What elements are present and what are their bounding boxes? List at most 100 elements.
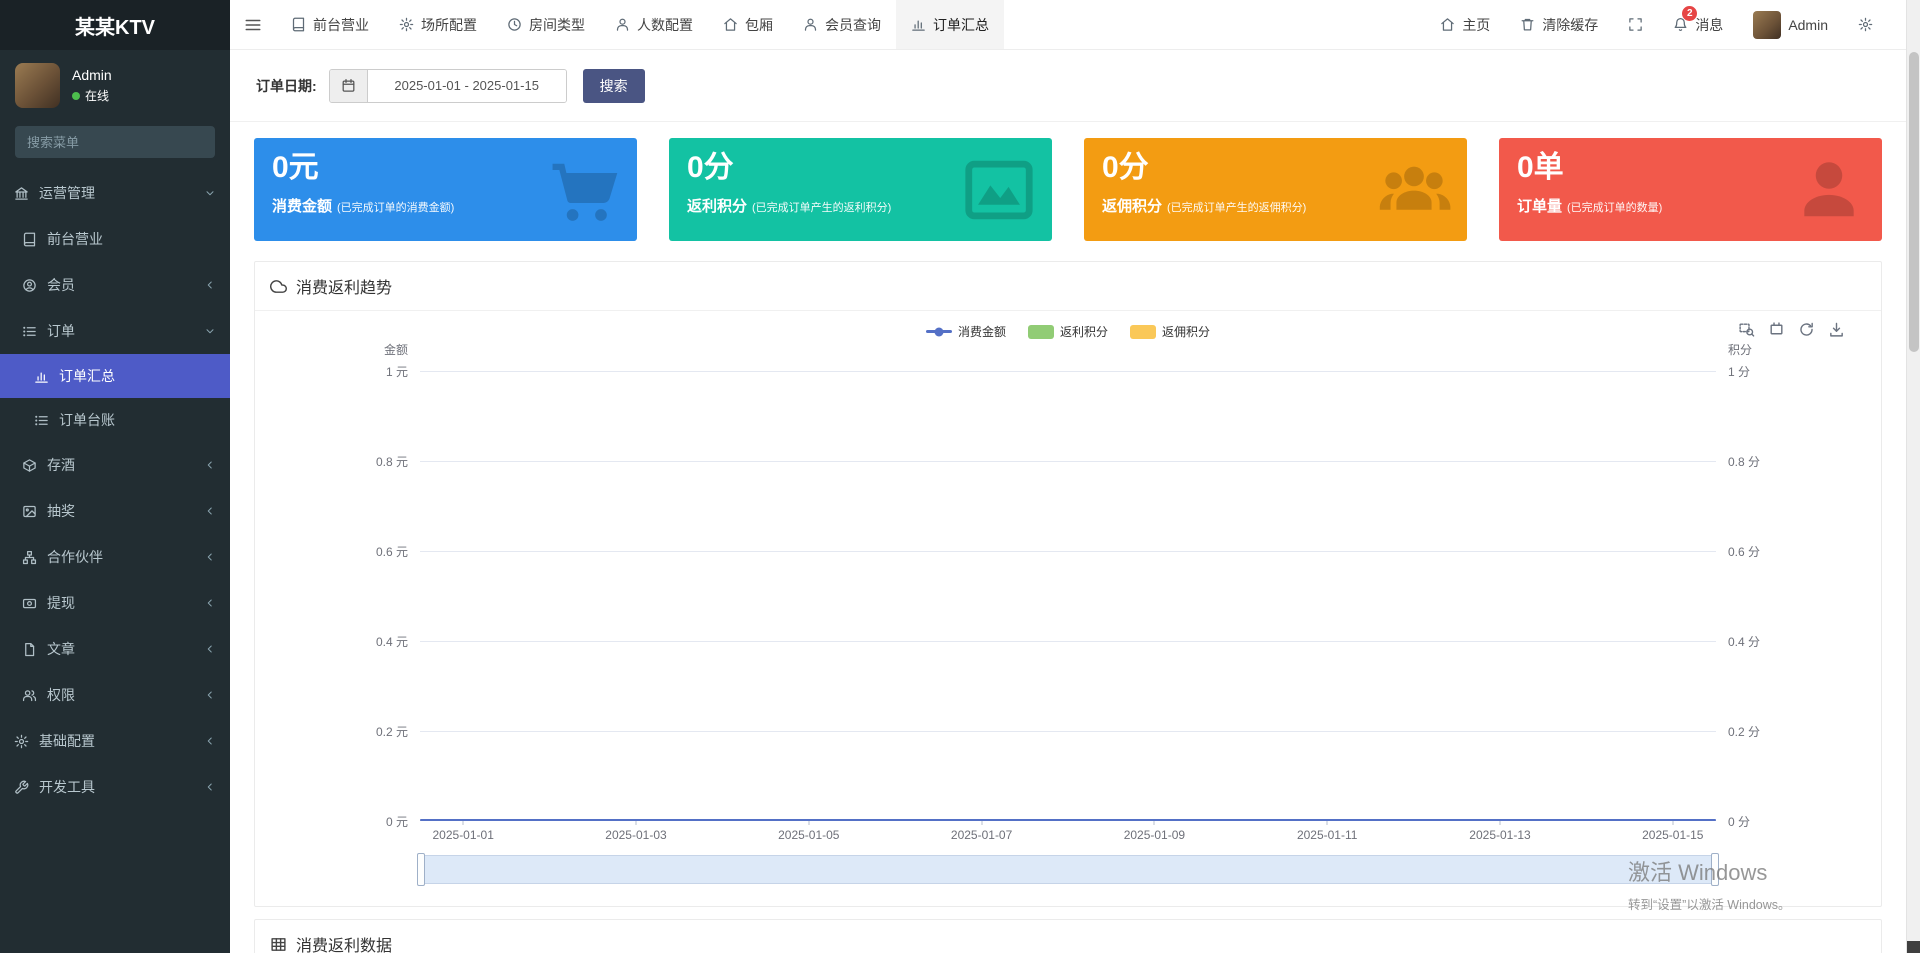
gridline [420, 641, 1716, 642]
stat-card-2: 0分返利积分(已完成订单产生的返利积分) [669, 138, 1052, 241]
legend-marker-line [926, 330, 952, 333]
datazoom-right-handle[interactable] [1711, 853, 1719, 886]
gridline [420, 371, 1716, 372]
search-button[interactable]: 搜索 [583, 69, 645, 103]
trend-title: 消费返利趋势 [296, 274, 392, 298]
sidebar-item-label: 合作伙伴 [47, 547, 194, 567]
topnav-settings[interactable] [1843, 0, 1888, 49]
money-icon [22, 596, 37, 611]
chevron-down-icon [204, 187, 216, 199]
sidebar-item-basic-config[interactable]: 基础配置 [0, 718, 230, 764]
sidebar-item-label: 文章 [47, 639, 194, 659]
sidebar-item-wine-storage[interactable]: 存酒 [0, 442, 230, 488]
topbar: 前台营业场所配置房间类型人数配置 包厢会员查询订单汇总 主页清除缓存消息2 Admi… [230, 0, 1906, 50]
y-axis-label-right: 0.6 分 [1728, 543, 1881, 560]
filter-label: 订单日期: [256, 76, 317, 96]
sidebar-item-member[interactable]: 会员 [0, 262, 230, 308]
legend-label: 消费金额 [958, 323, 1006, 340]
sidebar-item-permission[interactable]: 权限 [0, 672, 230, 718]
scrollbar[interactable] [1906, 0, 1920, 953]
chevron-left-icon [204, 551, 216, 563]
x-axis-label: 2025-01-11 [1297, 828, 1358, 842]
chevron-left-icon [204, 597, 216, 609]
sidebar-item-order[interactable]: 订单 [0, 308, 230, 354]
x-axis-label: 2025-01-01 [432, 828, 493, 842]
chart-icon [911, 17, 926, 32]
stats-row: 0元消费金额(已完成订单的消费金额)0分返利积分(已完成订单产生的返利积分)0分… [230, 122, 1906, 261]
tab-room-box[interactable]: 包厢 [708, 0, 788, 49]
tab-venue-config[interactable]: 场所配置 [384, 0, 492, 49]
sidebar-item-order-summary[interactable]: 订单汇总 [0, 354, 230, 398]
user-circle-icon [22, 278, 37, 293]
topnav-label: Admin [1788, 17, 1828, 33]
refresh-icon[interactable] [1798, 321, 1815, 338]
topnav-right: 主页清除缓存消息2 Admin [1425, 0, 1906, 49]
tab-room-type[interactable]: 房间类型 [492, 0, 600, 49]
topnav-tabs: 前台营业场所配置房间类型人数配置 包厢会员查询订单汇总 [276, 0, 1004, 49]
tab-order-summary[interactable]: 订单汇总 [896, 0, 1004, 49]
scrollbar-thumb[interactable] [1909, 52, 1919, 352]
sidebar-item-label: 基础配置 [39, 731, 194, 751]
scrollbar-down-button[interactable] [1907, 941, 1920, 953]
topnav-messages[interactable]: 消息2 [1658, 0, 1738, 49]
sidebar-item-partner[interactable]: 合作伙伴 [0, 534, 230, 580]
topnav-fullscreen[interactable] [1613, 0, 1658, 49]
x-axis-label: 2025-01-15 [1642, 828, 1703, 842]
user-icon [803, 17, 818, 32]
zoom-reset-icon[interactable] [1768, 321, 1785, 338]
search-input[interactable] [15, 126, 215, 158]
stat-card-4: 0单订单量(已完成订单的数量) [1499, 138, 1882, 241]
sidebar-item-dev-tools[interactable]: 开发工具 [0, 764, 230, 810]
sidebar-item-lottery[interactable]: 抽奖 [0, 488, 230, 534]
legend-item-3[interactable]: 返佣积分 [1130, 323, 1210, 340]
zoom-box-icon[interactable] [1738, 321, 1755, 338]
date-range-input[interactable] [368, 70, 566, 102]
y-axis-label-left: 0 元 [255, 813, 408, 830]
datazoom-slider[interactable] [420, 855, 1716, 884]
date-range-picker[interactable] [329, 69, 567, 103]
tab-member-query[interactable]: 会员查询 [788, 0, 896, 49]
clock-icon [507, 17, 522, 32]
topnav-home[interactable]: 主页 [1425, 0, 1505, 49]
sidebar-item-order-ledger[interactable]: 订单台账 [0, 398, 230, 442]
chart-toolbox [1738, 321, 1845, 338]
datazoom-left-handle[interactable] [417, 853, 425, 886]
sidebar-item-article[interactable]: 文章 [0, 626, 230, 672]
y-axis-label-right: 0 分 [1728, 813, 1881, 830]
topnav-clear-cache[interactable]: 清除缓存 [1505, 0, 1613, 49]
legend-label: 返利积分 [1060, 323, 1108, 340]
main-content: 订单日期: 搜索 0元消费金额(已完成订单的消费金额)0分返利积分(已完成订单产… [230, 50, 1906, 953]
stat-card-1: 0元消费金额(已完成订单的消费金额) [254, 138, 637, 241]
sidebar-item-label: 存酒 [47, 455, 194, 475]
stat-desc: (已完成订单产生的返利积分) [752, 199, 891, 215]
sidebar-item-label: 提现 [47, 593, 194, 613]
file-icon [22, 642, 37, 657]
list-icon [22, 324, 37, 339]
sidebar-item-operations[interactable]: 运营管理 [0, 170, 230, 216]
calendar-addon[interactable] [330, 70, 368, 102]
tab-label: 包厢 [745, 15, 773, 35]
legend-item-2[interactable]: 返利积分 [1028, 323, 1108, 340]
stat-label: 返利积分 [687, 195, 747, 216]
sidebar-item-label: 权限 [47, 685, 194, 705]
hamburger-button[interactable] [230, 0, 276, 49]
app-logo[interactable]: 某某KTV [0, 0, 230, 50]
data-panel-header: 消费返利数据 [255, 920, 1881, 953]
chevron-left-icon [204, 279, 216, 291]
tab-people-config[interactable]: 人数配置 [600, 0, 708, 49]
users-icon [1377, 153, 1451, 227]
sidebar-item-front-business[interactable]: 前台营业 [0, 216, 230, 262]
tab-front-business[interactable]: 前台营业 [276, 0, 384, 49]
sidebar-item-withdraw[interactable]: 提现 [0, 580, 230, 626]
legend-item-1[interactable]: 消费金额 [926, 323, 1006, 340]
calendar-icon [341, 78, 356, 93]
y-axis-label-left: 0.2 元 [255, 723, 408, 740]
download-icon[interactable] [1828, 321, 1845, 338]
user-icon [1792, 153, 1866, 227]
box-icon [22, 458, 37, 473]
topnav-user[interactable]: Admin [1738, 0, 1843, 49]
gears-icon [14, 734, 29, 749]
avatar [15, 63, 60, 108]
y-axis-label-right: 0.8 分 [1728, 453, 1881, 470]
cart-icon [547, 153, 621, 227]
